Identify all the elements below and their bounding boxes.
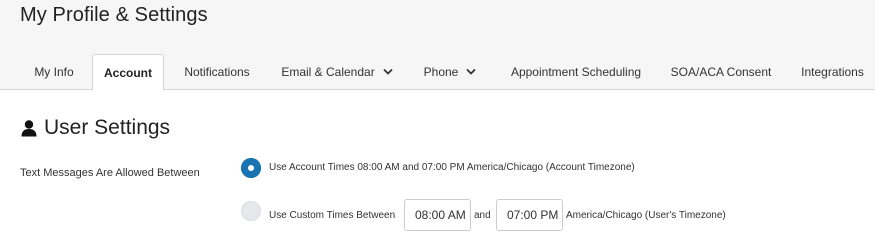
custom-end-time-input[interactable] (496, 199, 563, 231)
text-messages-label: Text Messages Are Allowed Between (20, 167, 200, 179)
page-header: My Profile & Settings My Info Account No… (0, 0, 875, 91)
tab-email-calendar[interactable]: Email & Calendar (272, 54, 402, 90)
tab-appointment-scheduling[interactable]: Appointment Scheduling (496, 54, 656, 90)
settings-tabs: My Info Account Notifications Email & Ca… (0, 54, 875, 91)
tab-label: Email & Calendar (281, 65, 375, 79)
tab-label: Notifications (184, 65, 250, 79)
tab-notifications[interactable]: Notifications (168, 54, 266, 90)
section-title: User Settings (44, 116, 171, 139)
tab-account[interactable]: Account (92, 54, 164, 91)
tab-soa-aca-consent[interactable]: SOA/ACA Consent (662, 54, 780, 90)
tab-label: Integrations (801, 65, 864, 79)
tab-label: Phone (423, 65, 459, 79)
tab-label: Appointment Scheduling (510, 65, 642, 79)
custom-times-radio[interactable] (241, 201, 261, 221)
tab-label: Account (104, 65, 152, 80)
chevron-down-icon (383, 68, 393, 75)
account-times-text: Use Account Times 08:00 AM and 07:00 PM … (269, 162, 635, 173)
page-title: My Profile & Settings (20, 4, 208, 26)
tab-label: My Info (34, 65, 74, 79)
custom-timezone-text: America/Chicago (User's Timezone) (566, 210, 726, 221)
custom-start-time-input[interactable] (404, 199, 471, 231)
tab-integrations[interactable]: Integrations (790, 54, 875, 90)
tab-phone[interactable]: Phone (414, 54, 486, 90)
custom-and-text: and (474, 210, 491, 221)
user-icon (21, 120, 37, 137)
section-heading: User Settings (20, 116, 170, 140)
tab-my-info[interactable]: My Info (20, 54, 88, 90)
tab-label: SOA/ACA Consent (670, 65, 772, 79)
chevron-down-icon (466, 68, 476, 75)
custom-times-text: Use Custom Times Between (269, 210, 396, 221)
account-times-radio[interactable] (241, 158, 261, 178)
